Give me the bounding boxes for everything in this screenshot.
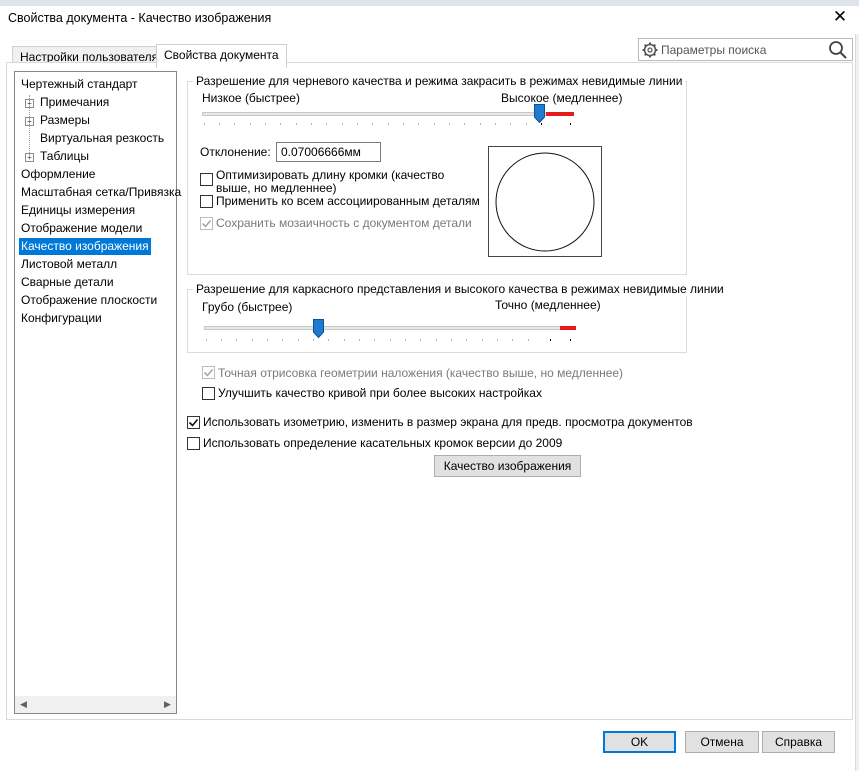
checkmark-icon [201,219,212,228]
shaded-slider-thumb[interactable] [534,104,545,123]
optimize-edge-label-1: Оптимизировать длину кромки (качество [216,168,445,182]
tree-item-detailing[interactable]: Оформление [21,166,95,183]
wire-slider-thumb[interactable] [313,319,324,338]
tangent-edges-checkbox[interactable] [187,437,200,450]
checkmark-icon [203,368,214,377]
quality-preview [488,146,602,257]
shaded-high-label: Высокое (медленнее) [501,91,623,105]
wire-high-label: Точно (медленнее) [495,298,601,312]
scroll-right-icon[interactable]: ▶ [159,696,176,713]
wire-slider-track[interactable] [204,326,576,330]
wireframe-group-title: Разрешение для каркасного представления … [193,282,727,296]
checkmark-icon [188,418,199,427]
shaded-slider-track[interactable] [202,112,574,116]
precise-render-checkbox[interactable] [202,366,215,379]
apply-all-parts-checkbox[interactable] [200,195,213,208]
window-edge [855,34,859,771]
tree-horizontal-scrollbar[interactable]: ◀ ▶ [15,696,176,713]
save-tessellation-checkbox[interactable] [200,217,213,230]
tree-item-image-quality[interactable]: Качество изображения [19,238,151,255]
tree-item-virtual-sharps[interactable]: Виртуальная резкость [40,130,164,147]
tangent-edges-label: Использовать определение касательных кро… [203,436,563,450]
search-box[interactable]: Параметры поиска [638,38,853,61]
tree-item-sheet-metal[interactable]: Листовой металл [21,256,117,273]
scroll-left-icon[interactable]: ◀ [15,696,32,713]
tab-document-properties[interactable]: Свойства документа [156,44,287,68]
wire-low-label: Грубо (быстрее) [202,300,293,314]
tree-item-annotations[interactable]: Примечания [40,94,109,111]
tree-item-drafting-standard[interactable]: Чертежный стандарт [21,76,138,93]
wire-slider-red-zone [560,326,576,330]
tab-label: Свойства документа [164,48,279,62]
settings-tree[interactable]: Чертежный стандарт + Примечания + Размер… [14,71,181,714]
tree-item-dimensions[interactable]: Размеры [40,112,90,129]
search-placeholder: Параметры поиска [661,43,767,57]
tree-item-plane-display[interactable]: Отображение плоскости [21,292,157,309]
isometric-preview-label: Использовать изометрию, изменить в разме… [203,415,693,429]
improve-curve-checkbox[interactable] [202,387,215,400]
tree-item-grid-snap[interactable]: Масштабная сетка/Привязка [21,184,181,201]
gear-icon[interactable] [641,41,659,59]
optimize-edge-label-2: выше, но медленнее) [216,181,337,195]
tree-item-tables[interactable]: Таблицы [40,148,89,165]
ok-button[interactable]: OK [603,731,676,753]
tree-connector [29,95,30,159]
image-quality-button[interactable]: Качество изображения [434,455,581,477]
save-tessellation-label: Сохранить мозаичность с документом детал… [216,216,472,230]
deviation-label: Отклонение: [200,145,271,159]
tree-item-units[interactable]: Единицы измерения [21,202,135,219]
tree-item-model-display[interactable]: Отображение модели [21,220,142,237]
deviation-input[interactable]: 0.07006666мм [276,142,381,162]
shaded-group-title: Разрешение для черневого качества и режи… [193,74,686,88]
window-title: Свойства документа - Качество изображени… [8,11,272,25]
shaded-slider-red-zone [546,112,574,116]
close-icon[interactable]: ✕ [828,6,852,28]
optimize-edge-length-checkbox[interactable] [200,173,213,186]
shaded-slider-ticks [204,123,572,129]
top-strip [0,0,859,6]
apply-all-parts-label: Применить ко всем ассоциированным деталя… [216,194,480,208]
tree-item-configurations[interactable]: Конфигурации [21,310,102,327]
isometric-preview-checkbox[interactable] [187,416,200,429]
tree-item-weldments[interactable]: Сварные детали [21,274,114,291]
help-button[interactable]: Справка [762,731,835,753]
wire-slider-ticks [206,339,574,345]
shaded-low-label: Низкое (быстрее) [202,91,300,105]
circle-preview-icon [495,152,595,252]
precise-render-label: Точная отрисовка геометрии наложения (ка… [218,366,624,380]
search-icon[interactable] [828,40,848,60]
cancel-button[interactable]: Отмена [685,731,759,753]
improve-curve-label: Улучшить качество кривой при более высок… [218,386,542,400]
